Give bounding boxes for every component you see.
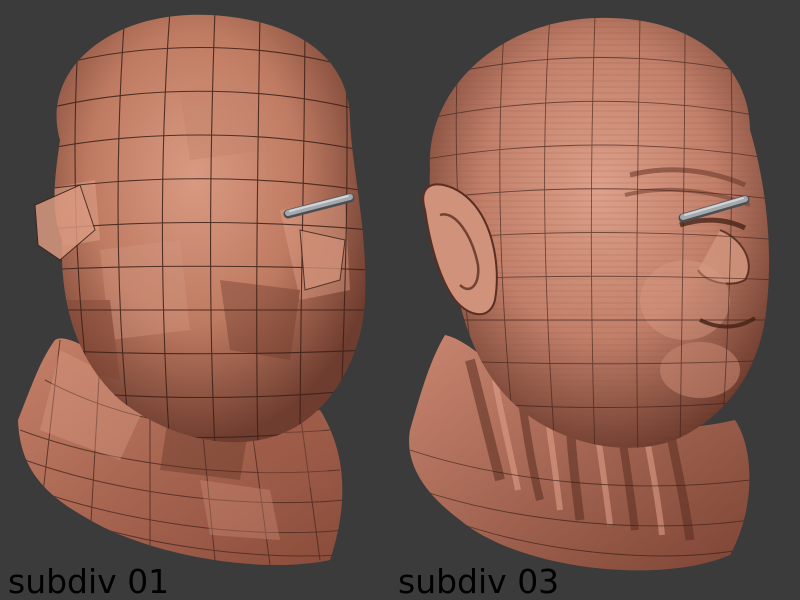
subdiv-03-panel — [400, 0, 800, 600]
subdiv-03-label: subdiv 03 — [398, 562, 560, 600]
low-poly-head-render — [18, 14, 366, 566]
subdiv-01-panel: subdiv 01 — [0, 0, 400, 600]
viewport: subdiv 01 subdiv 03 — [0, 0, 800, 600]
subdiv-01-label: subdiv 01 — [8, 562, 170, 600]
sculpted-head-render — [409, 17, 770, 571]
